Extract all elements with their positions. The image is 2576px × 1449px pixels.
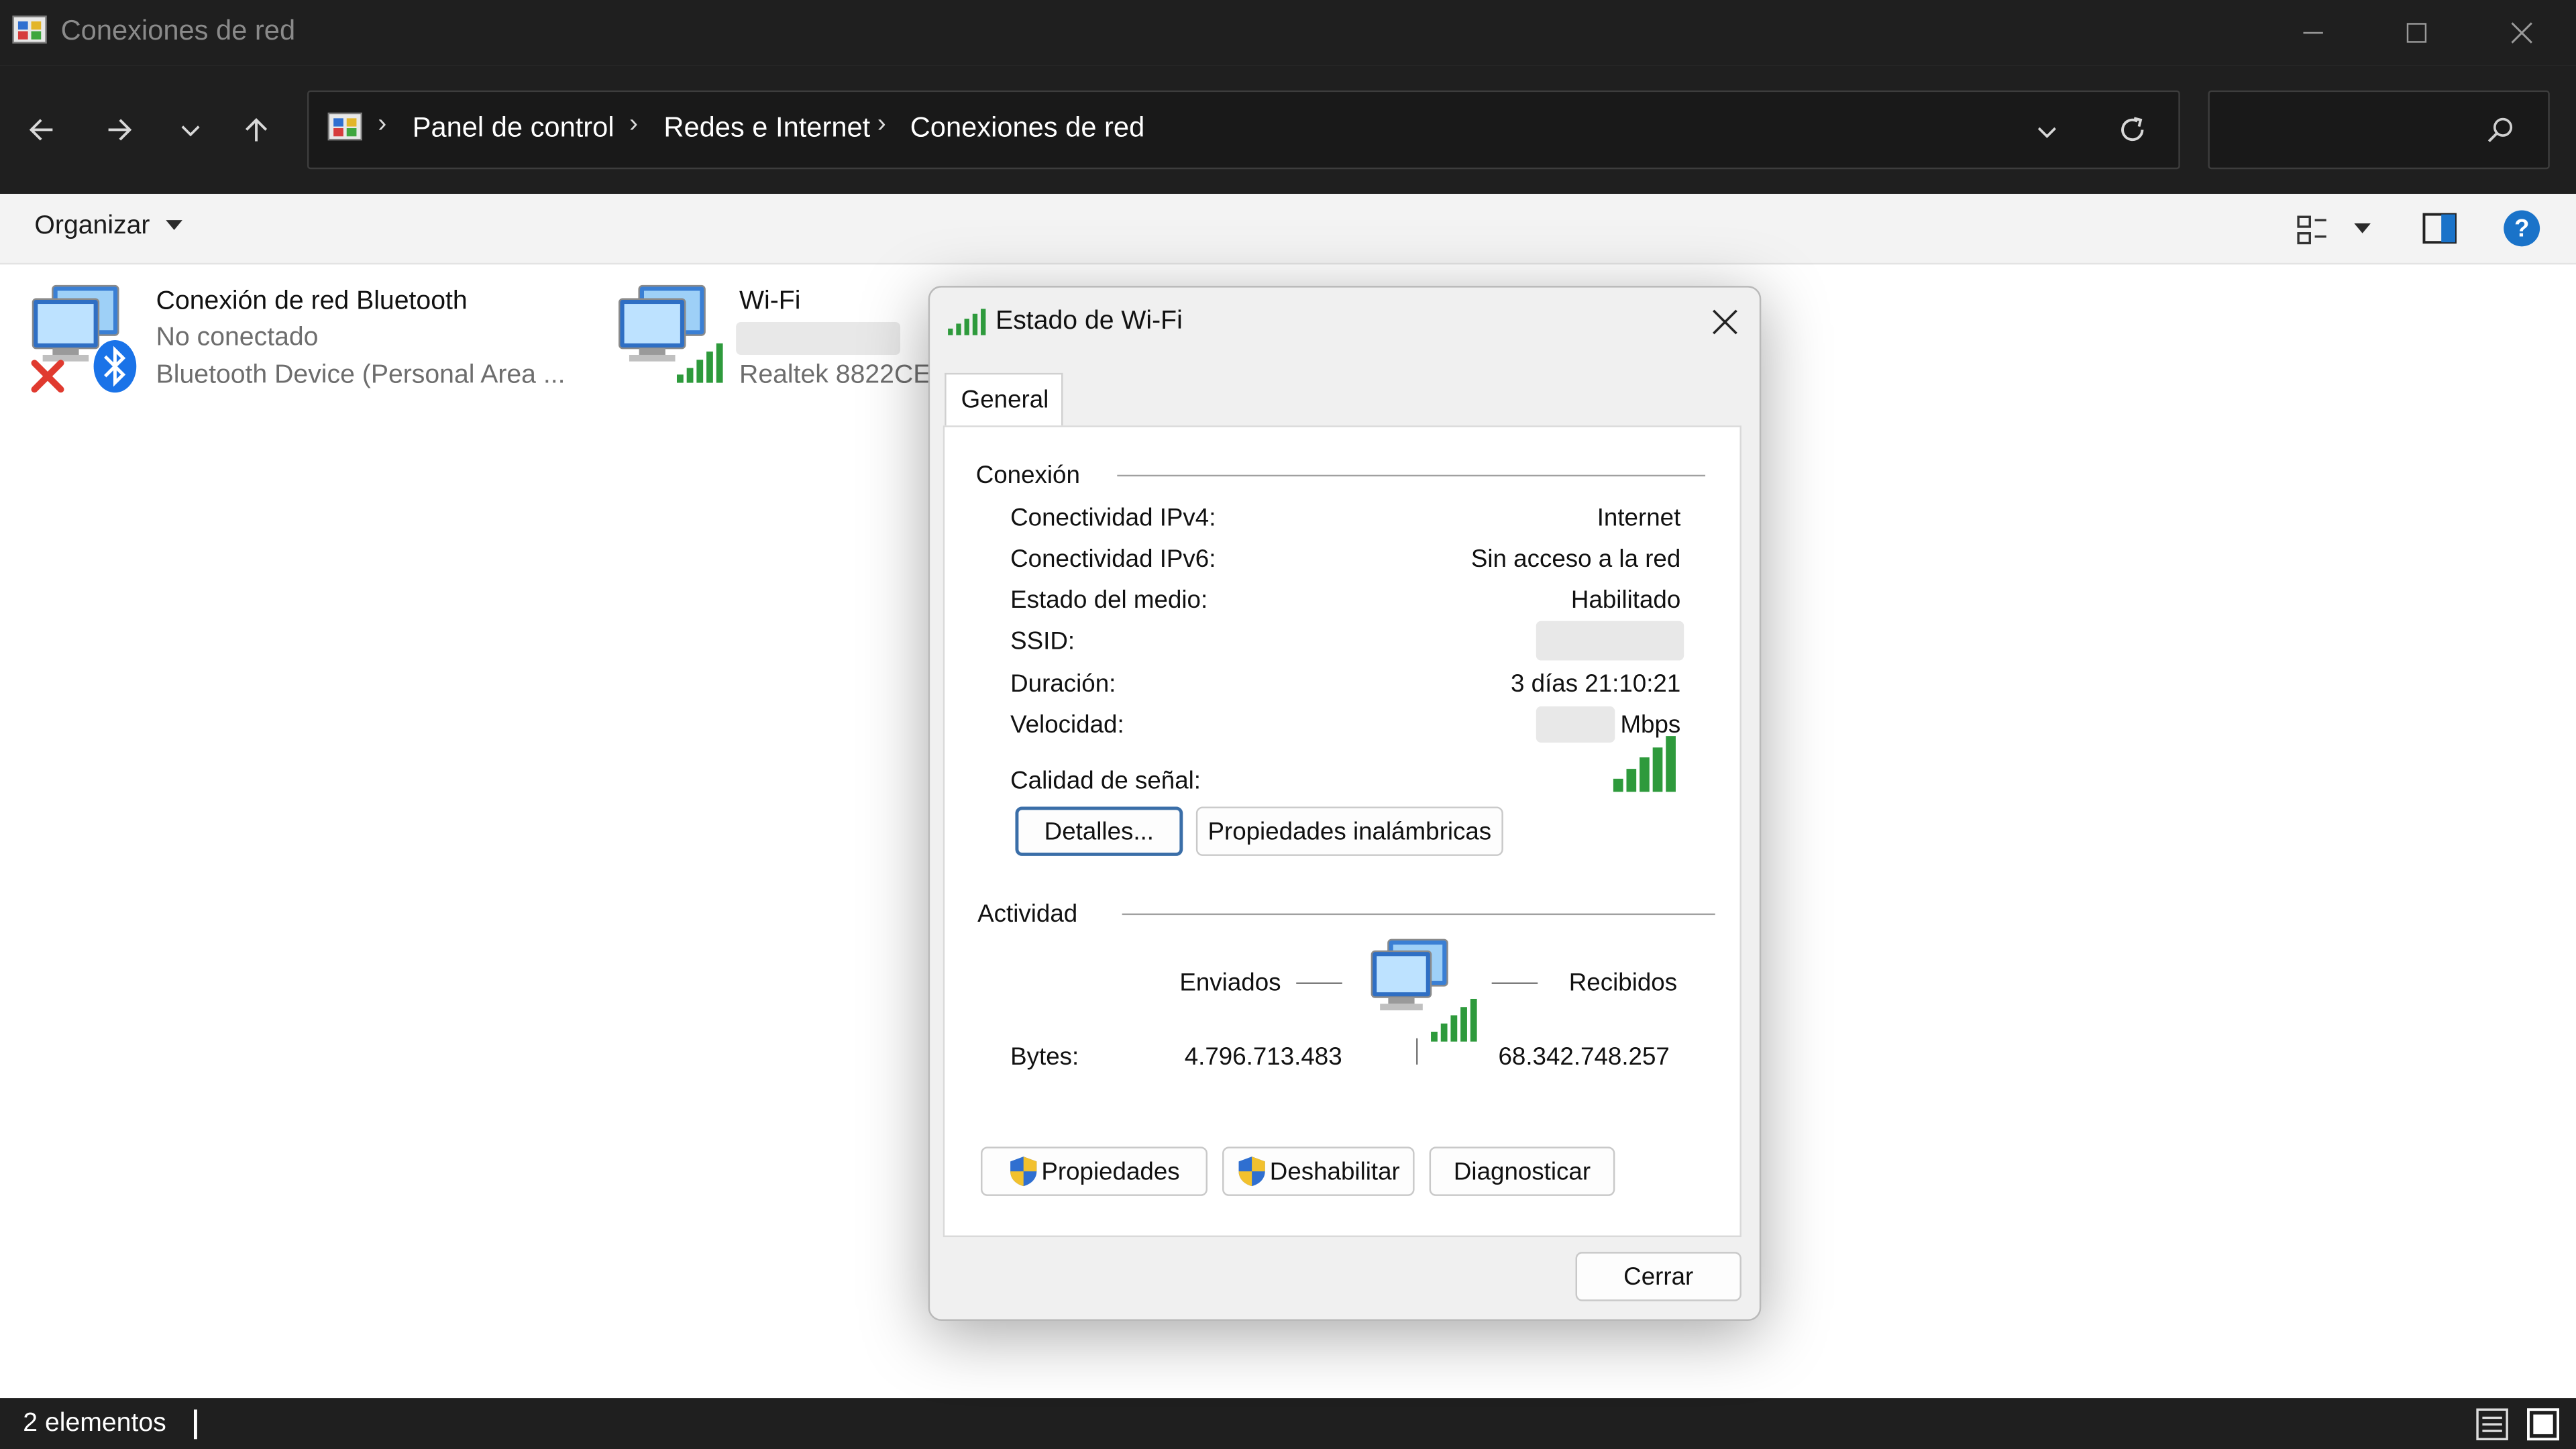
preview-pane-icon[interactable] xyxy=(2422,212,2458,245)
bluetooth-icon xyxy=(93,339,137,393)
ipv6-value: Sin acceso a la red xyxy=(1470,545,1681,574)
connection-heading: Conexión xyxy=(975,462,1080,490)
sent-label: Enviados xyxy=(1179,969,1281,998)
close-icon xyxy=(2511,22,2532,44)
disable-button[interactable]: Deshabilitar xyxy=(1222,1146,1415,1196)
minimize-icon xyxy=(2303,32,2323,34)
minimize-button[interactable] xyxy=(2264,0,2363,66)
item-name: Wi-Fi xyxy=(739,287,801,316)
item-count: 2 elementos xyxy=(23,1409,166,1438)
item-name: Conexión de red Bluetooth xyxy=(156,287,468,316)
details-view-icon[interactable] xyxy=(2474,1406,2510,1442)
wifi-status-dialog: Estado de Wi-Fi General Conexión Conecti… xyxy=(928,286,1762,1321)
status-bar: 2 elementos xyxy=(0,1398,2576,1449)
received-line xyxy=(1491,982,1538,984)
network-item-bluetooth[interactable]: Conexión de red Bluetooth No conectado B… xyxy=(30,279,588,397)
details-button[interactable]: Detalles... xyxy=(1015,806,1183,856)
help-icon[interactable]: ? xyxy=(2502,209,2542,248)
redacted-network-name xyxy=(736,322,901,355)
ipv4-label: Conectividad IPv4: xyxy=(1010,504,1216,533)
bytes-sent-value: 4.796.713.483 xyxy=(1184,1043,1342,1071)
network-computer-icon xyxy=(1371,938,1477,1042)
svg-text:?: ? xyxy=(2514,215,2529,242)
received-label: Recibidos xyxy=(1568,969,1678,998)
duration-value: 3 días 21:10:21 xyxy=(1511,670,1681,698)
wifi-signal-icon xyxy=(676,343,723,383)
duration-label: Duración: xyxy=(1010,670,1116,698)
view-dropdown-icon[interactable] xyxy=(2353,220,2372,236)
tab-general-label: General xyxy=(961,386,1049,415)
redacted-ssid xyxy=(1536,621,1684,661)
wifi-signal-icon xyxy=(948,309,986,335)
sent-line xyxy=(1296,982,1342,984)
organize-label: Organizar xyxy=(34,211,150,240)
maximize-button[interactable] xyxy=(2367,0,2466,66)
address-dropdown-icon[interactable] xyxy=(2034,118,2060,144)
search-box[interactable] xyxy=(2208,90,2550,170)
divider xyxy=(1117,474,1706,477)
breadcrumb-network-connections[interactable]: Conexiones de red xyxy=(910,112,1145,145)
bytes-label: Bytes: xyxy=(1010,1043,1079,1071)
ipv4-value: Internet xyxy=(1597,504,1681,533)
control-panel-icon xyxy=(327,112,363,141)
organize-button[interactable]: Organizar xyxy=(34,212,183,241)
speed-label: Velocidad: xyxy=(1010,711,1124,740)
close-window-button[interactable] xyxy=(2473,0,2571,66)
item-device: Realtek 8822CE xyxy=(739,361,931,390)
recent-locations-button[interactable] xyxy=(166,102,215,158)
bytes-divider xyxy=(1416,1038,1418,1065)
ipv6-label: Conectividad IPv6: xyxy=(1010,545,1216,574)
large-icons-view-icon[interactable] xyxy=(2525,1406,2561,1442)
address-bar[interactable]: › Panel de control › Redes e Internet › … xyxy=(307,90,2180,170)
item-device: Bluetooth Device (Personal Area ... xyxy=(156,361,566,390)
chevron-down-icon xyxy=(165,220,182,230)
breadcrumb-separator: › xyxy=(877,110,886,138)
title-bar: Conexiones de red xyxy=(0,0,2576,66)
shield-icon xyxy=(1238,1157,1265,1187)
forward-icon xyxy=(108,119,132,141)
view-icon[interactable] xyxy=(2297,213,2330,246)
control-panel-icon xyxy=(12,15,47,44)
shield-icon xyxy=(1010,1157,1037,1187)
item-status: No conectado xyxy=(156,323,319,352)
redacted-speed xyxy=(1536,706,1615,743)
navigation-bar: › Panel de control › Redes e Internet › … xyxy=(0,65,2576,194)
disconnected-x-icon xyxy=(31,360,64,393)
breadcrumb-separator: › xyxy=(378,110,387,138)
up-icon xyxy=(245,118,268,142)
media-state-label: Estado del medio: xyxy=(1010,586,1208,614)
tab-general[interactable]: General xyxy=(945,372,1063,427)
search-icon xyxy=(2487,117,2513,142)
disable-label: Deshabilitar xyxy=(1269,1157,1400,1185)
close-icon[interactable] xyxy=(1710,307,1739,337)
signal-quality-label: Calidad de señal: xyxy=(1010,767,1201,796)
window-title: Conexiones de red xyxy=(60,15,296,46)
diagnose-button[interactable]: Diagnosticar xyxy=(1429,1146,1615,1196)
dialog-title: Estado de Wi-Fi xyxy=(996,307,1183,335)
network-item-wifi[interactable]: Wi-Fi Realtek 8822CE xyxy=(616,279,931,397)
back-icon xyxy=(29,119,53,141)
properties-label: Propiedades xyxy=(1041,1157,1180,1185)
breadcrumb-control-panel[interactable]: Panel de control xyxy=(413,112,614,145)
divider xyxy=(1122,913,1715,916)
back-button[interactable] xyxy=(16,102,65,158)
command-bar: Organizar ? xyxy=(0,193,2576,265)
breadcrumb-separator: › xyxy=(629,110,639,138)
close-button[interactable]: Cerrar xyxy=(1575,1252,1741,1301)
breadcrumb-network-internet[interactable]: Redes e Internet xyxy=(663,112,870,145)
activity-heading: Actividad xyxy=(977,900,1078,928)
maximize-icon xyxy=(2406,23,2427,43)
status-divider xyxy=(193,1409,197,1440)
media-state-value: Habilitado xyxy=(1570,586,1681,614)
bytes-received-value: 68.342.748.257 xyxy=(1498,1043,1670,1071)
signal-quality-icon xyxy=(1613,736,1676,792)
refresh-icon[interactable] xyxy=(2116,113,2149,146)
recent-icon xyxy=(181,125,200,137)
properties-button[interactable]: Propiedades xyxy=(981,1146,1208,1196)
up-button[interactable] xyxy=(231,102,280,158)
ssid-label: SSID: xyxy=(1010,627,1075,656)
general-panel: Conexión Conectividad IPv4: Internet Con… xyxy=(943,425,1741,1238)
wireless-properties-button[interactable]: Propiedades inalámbricas xyxy=(1195,806,1503,856)
forward-button[interactable] xyxy=(95,102,144,158)
